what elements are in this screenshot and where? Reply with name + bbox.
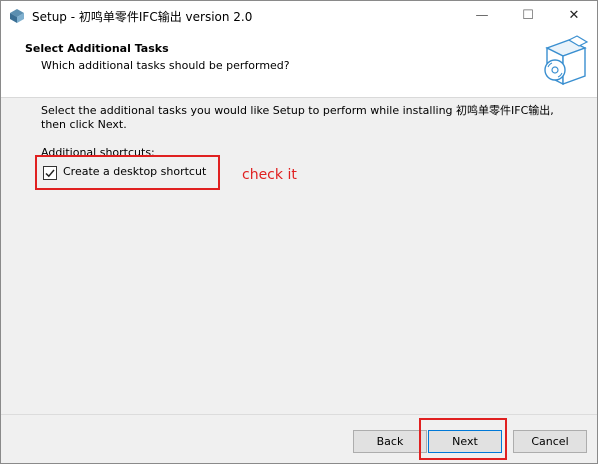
instructions-text: Select the additional tasks you would li…: [41, 104, 554, 131]
wizard-content: Select the additional tasks you would li…: [1, 98, 597, 414]
setup-window: Setup - 初鸣单零件IFC输出 version 2.0 — ☐ ✕ Sel…: [0, 0, 598, 464]
window-title: Setup - 初鸣单零件IFC输出 version 2.0: [32, 10, 253, 24]
annotation-label: check it: [242, 167, 297, 183]
maximize-button[interactable]: ☐: [505, 1, 551, 31]
setup-app-icon: [10, 9, 24, 23]
page-subtitle: Which additional tasks should be perform…: [41, 59, 290, 72]
footer-divider: [1, 414, 597, 415]
minimize-button[interactable]: —: [459, 1, 505, 31]
maximize-icon: ☐: [522, 8, 534, 23]
page-title: Select Additional Tasks: [25, 42, 169, 55]
wizard-header: Select Additional Tasks Which additional…: [1, 31, 597, 98]
close-button[interactable]: ✕: [551, 1, 597, 31]
back-button[interactable]: Back: [353, 430, 427, 453]
close-icon: ✕: [568, 8, 580, 23]
installer-box-icon: [544, 35, 589, 86]
next-button-highlight-box: [419, 418, 507, 460]
title-bar[interactable]: Setup - 初鸣单零件IFC输出 version 2.0 — ☐ ✕: [1, 1, 597, 31]
minimize-icon: —: [475, 8, 489, 23]
checkbox-highlight-box: [35, 155, 220, 190]
cancel-button[interactable]: Cancel: [513, 430, 587, 453]
